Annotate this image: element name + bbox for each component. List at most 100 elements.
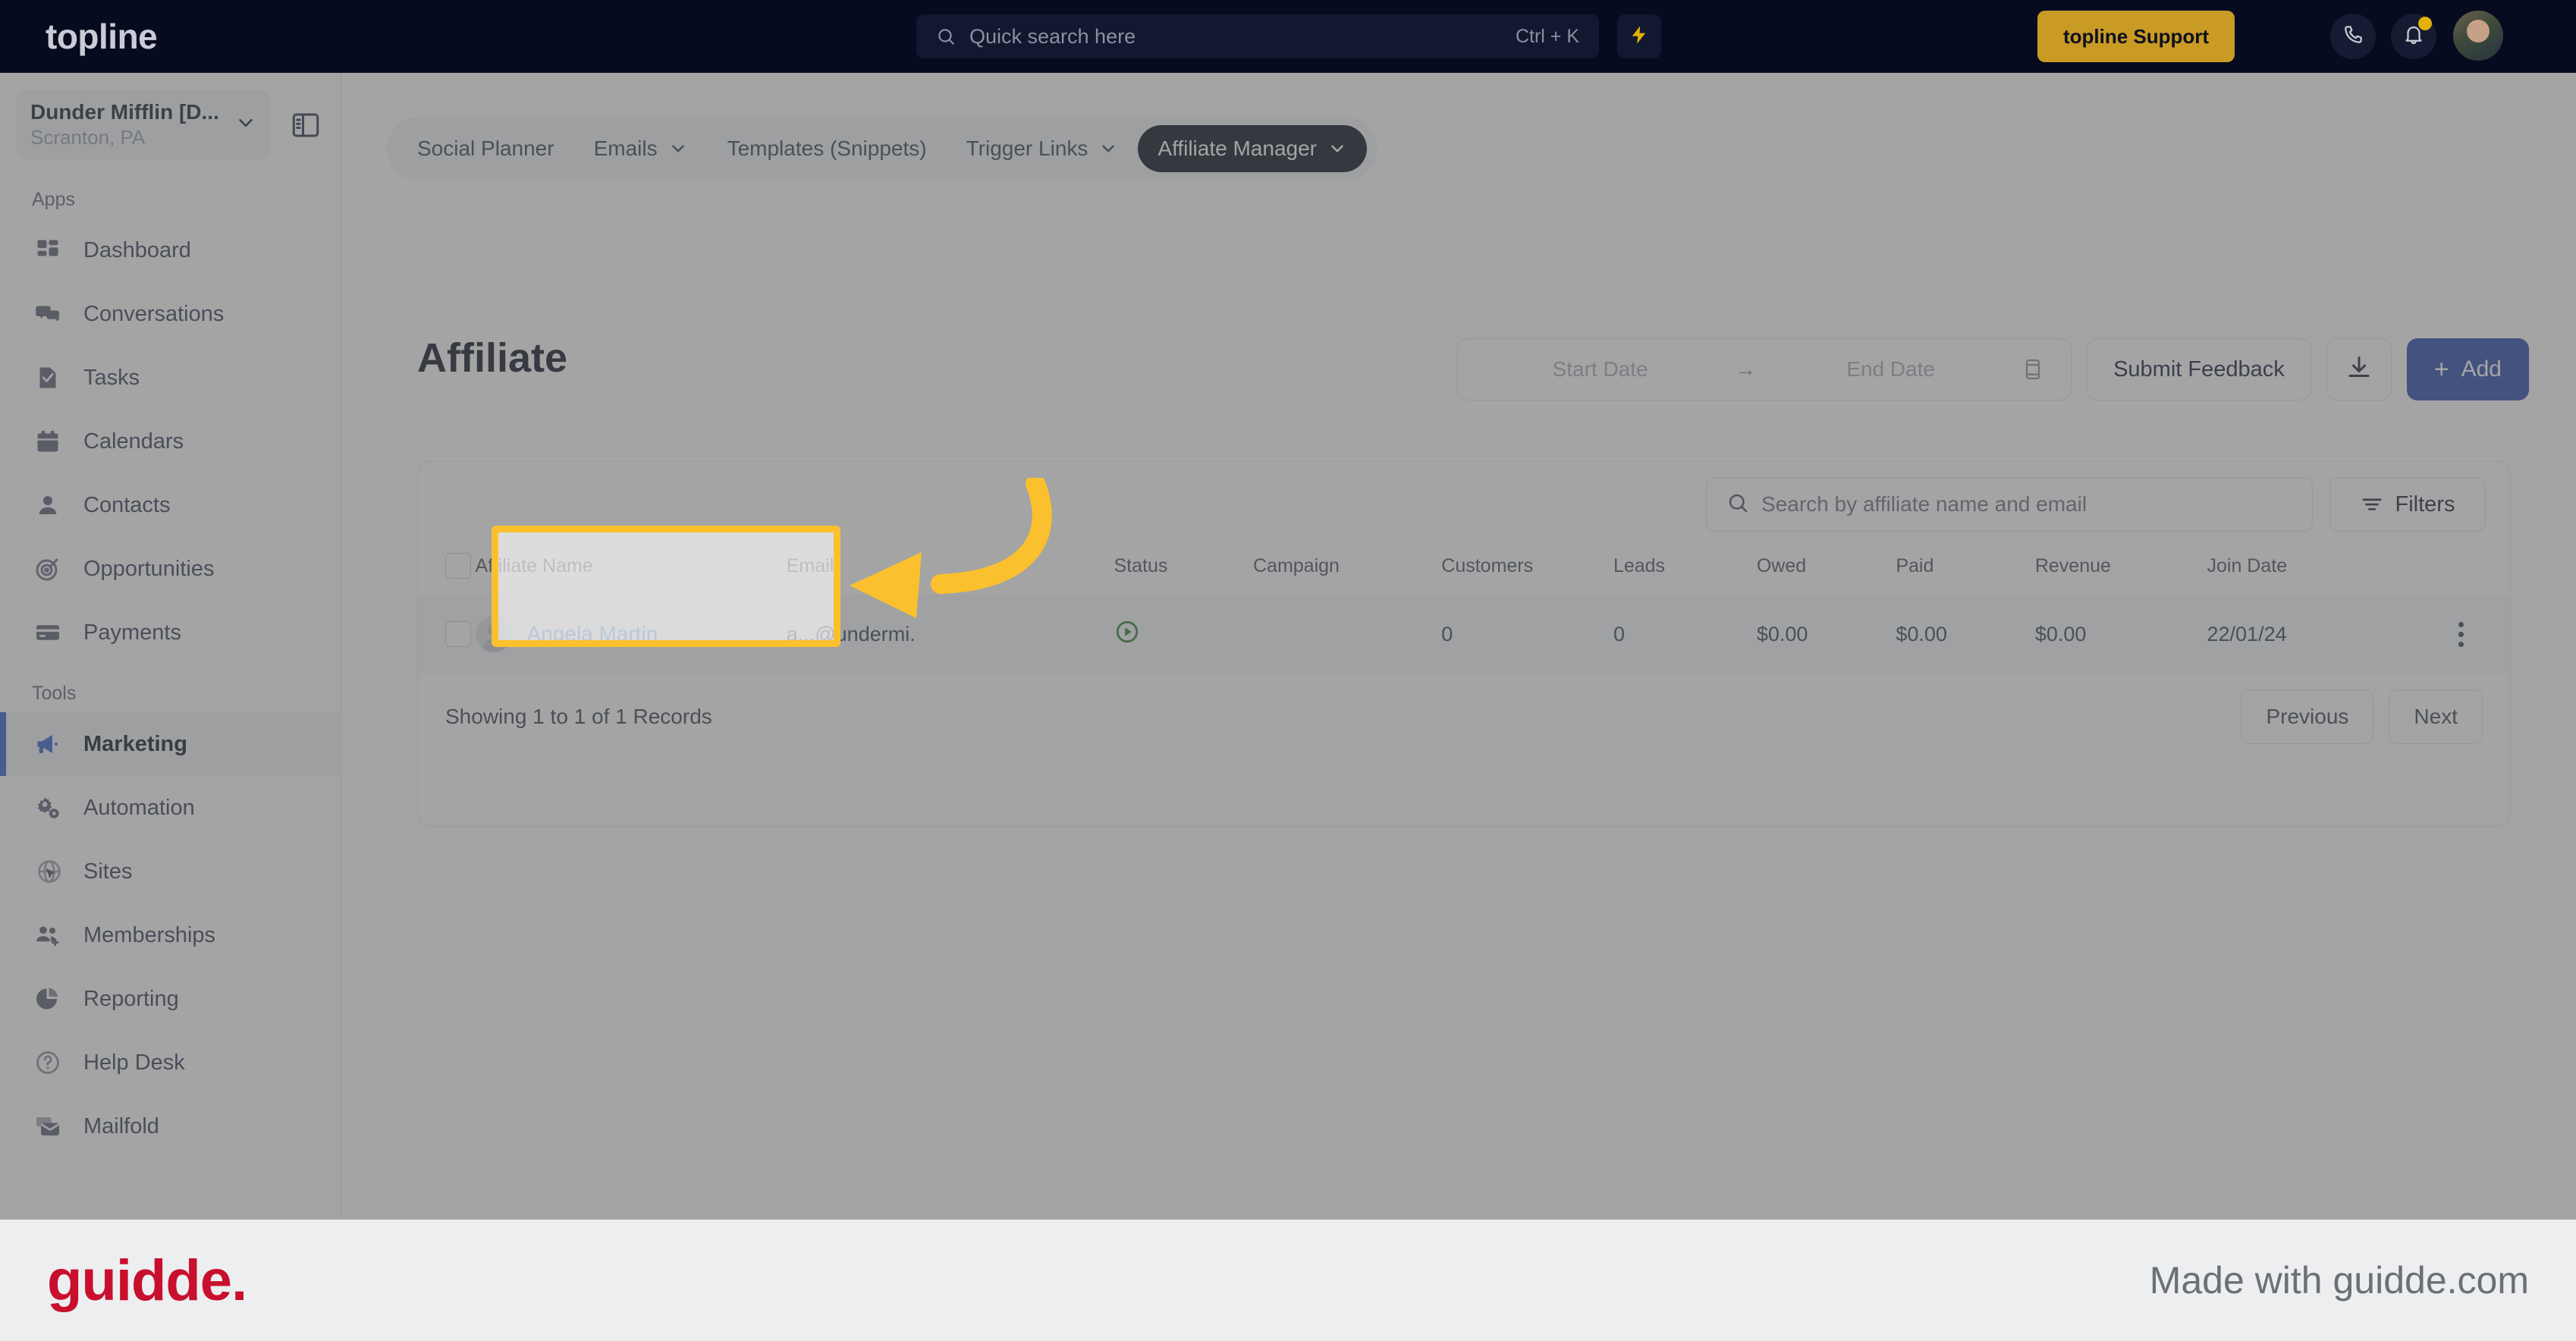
guidde-logo: guidde. [47, 1248, 247, 1313]
column-join-date[interactable]: Join Date [2207, 547, 2412, 596]
column-status[interactable]: Status [1114, 547, 1253, 596]
tab-label: Templates (Snippets) [727, 137, 927, 160]
more-options-icon[interactable] [2411, 621, 2510, 647]
page-toolbar: Start Date → End Date Submit Feedback + … [1457, 338, 2529, 400]
sidebar-item-help-desk[interactable]: Help Desk [0, 1031, 341, 1094]
affiliate-search-input[interactable]: Search by affiliate name and email [1706, 477, 2313, 532]
tab-affiliate-manager[interactable]: Affiliate Manager [1138, 125, 1367, 172]
sidebar-item-label: Automation [83, 795, 195, 820]
add-button[interactable]: + Add [2406, 338, 2529, 400]
calendar-icon [2021, 357, 2045, 382]
sidebar-item-opportunities[interactable]: Opportunities [0, 537, 341, 601]
sidebar-item-automation[interactable]: Automation [0, 776, 341, 840]
org-text: Dunder Mifflin [D... Scranton, PA [30, 100, 227, 149]
previous-page-button[interactable]: Previous [2241, 689, 2374, 744]
sidebar-item-label: Reporting [83, 986, 179, 1011]
sidebar-item-label: Mailfold [83, 1113, 159, 1138]
records-count: Showing 1 to 1 of 1 Records [445, 705, 712, 728]
people-plus-icon [32, 919, 64, 951]
sidebar-item-label: Memberships [83, 922, 216, 947]
sidebar-item-contacts[interactable]: Contacts [0, 473, 341, 537]
chevron-down-icon [1327, 139, 1347, 159]
sidebar-item-label: Conversations [83, 301, 225, 326]
sidebar-item-label: Calendars [83, 429, 184, 454]
sidebar-item-payments[interactable]: Payments [0, 601, 341, 664]
download-button[interactable] [2326, 338, 2392, 400]
sidebar-item-sites[interactable]: Sites [0, 840, 341, 903]
date-range-picker[interactable]: Start Date → End Date [1457, 338, 2072, 400]
add-label: Add [2461, 356, 2502, 382]
filter-icon [2361, 493, 2383, 516]
tab-emails[interactable]: Emails [574, 125, 708, 172]
sidebar-item-marketing[interactable]: Marketing [0, 712, 341, 776]
sidebar-item-tasks[interactable]: Tasks [0, 346, 341, 410]
end-date-input[interactable]: End Date [1774, 357, 2007, 382]
filters-button[interactable]: Filters [2329, 477, 2486, 532]
column-leads[interactable]: Leads [1613, 547, 1757, 596]
sidebar-section-apps: Apps [32, 189, 75, 210]
search-icon [1726, 491, 1749, 518]
support-button[interactable]: topline Support [2037, 11, 2235, 62]
highlight-box [492, 526, 840, 647]
tab-label: Affiliate Manager [1158, 137, 1317, 160]
tab-label: Emails [593, 137, 658, 160]
guidde-footer: guidde. Made with guidde.com [0, 1220, 2576, 1341]
pie-chart-icon [32, 983, 64, 1015]
user-avatar[interactable] [2453, 11, 2503, 61]
quick-actions-button[interactable] [1617, 14, 1661, 58]
column-paid[interactable]: Paid [1896, 547, 2035, 596]
globe-icon [32, 856, 64, 887]
table-footer: Showing 1 to 1 of 1 Records Previous Nex… [418, 673, 2510, 761]
question-icon [32, 1047, 64, 1079]
sidebar-item-label: Opportunities [83, 556, 215, 581]
cell-revenue: $0.00 [2034, 595, 2207, 673]
sidebar-item-label: Help Desk [83, 1050, 185, 1075]
column-owed[interactable]: Owed [1756, 547, 1896, 596]
quick-search-shortcut: Ctrl + K [1515, 25, 1579, 47]
sidebar-item-memberships[interactable]: Memberships [0, 903, 341, 967]
tab-label: Trigger Links [966, 137, 1089, 160]
call-button[interactable] [2330, 14, 2376, 59]
sidebar-collapse-button[interactable] [287, 107, 324, 143]
download-icon [2345, 354, 2373, 385]
tab-trigger-links[interactable]: Trigger Links [947, 125, 1139, 172]
submit-feedback-label: Submit Feedback [2113, 356, 2285, 382]
play-circle-icon[interactable] [1114, 620, 1140, 649]
range-arrow: → [1735, 357, 1757, 381]
sidebar-item-label: Sites [83, 859, 133, 884]
sidebar-item-reporting[interactable]: Reporting [0, 967, 341, 1031]
submit-feedback-button[interactable]: Submit Feedback [2087, 338, 2311, 400]
notifications-button[interactable] [2391, 14, 2436, 59]
start-date-input[interactable]: Start Date [1484, 357, 1717, 382]
next-page-button[interactable]: Next [2389, 689, 2483, 744]
sidebar-item-conversations[interactable]: Conversations [0, 282, 341, 346]
guidde-made-with: Made with guidde.com [2149, 1259, 2529, 1302]
quick-search-input[interactable]: Quick search here Ctrl + K [916, 14, 1599, 58]
top-navigation-bar: topline Quick search here Ctrl + K topli… [0, 0, 2576, 73]
cell-row-actions [2411, 595, 2510, 673]
tab-social-planner[interactable]: Social Planner [397, 125, 574, 172]
sidebar-item-dashboard[interactable]: Dashboard [0, 218, 341, 282]
column-campaign[interactable]: Campaign [1253, 547, 1442, 596]
column-revenue[interactable]: Revenue [2034, 547, 2207, 596]
dashboard-icon [32, 234, 64, 266]
sidebar-item-mailfold[interactable]: Mailfold [0, 1094, 341, 1158]
sidebar-item-calendars[interactable]: Calendars [0, 410, 341, 473]
phone-icon [2342, 24, 2364, 50]
column-customers[interactable]: Customers [1441, 547, 1613, 596]
org-switcher[interactable]: Dunder Mifflin [D... Scranton, PA [17, 90, 271, 160]
select-all-checkbox[interactable] [445, 553, 471, 579]
cell-status [1114, 595, 1253, 673]
row-checkbox[interactable] [445, 621, 471, 647]
filters-label: Filters [2395, 491, 2455, 517]
column-actions [2411, 547, 2510, 596]
notification-dot [2418, 17, 2432, 30]
calendar-icon [32, 426, 64, 457]
page-title: Affiliate [417, 335, 568, 381]
cell-join-date: 22/01/24 [2207, 595, 2412, 673]
tab-templates-snippets[interactable]: Templates (Snippets) [708, 125, 947, 172]
app-root: Dunder Mifflin [D... Scranton, PA Apps D… [0, 0, 2576, 1341]
person-icon [32, 489, 64, 521]
cell-paid: $0.00 [1896, 595, 2035, 673]
search-icon [936, 27, 956, 46]
